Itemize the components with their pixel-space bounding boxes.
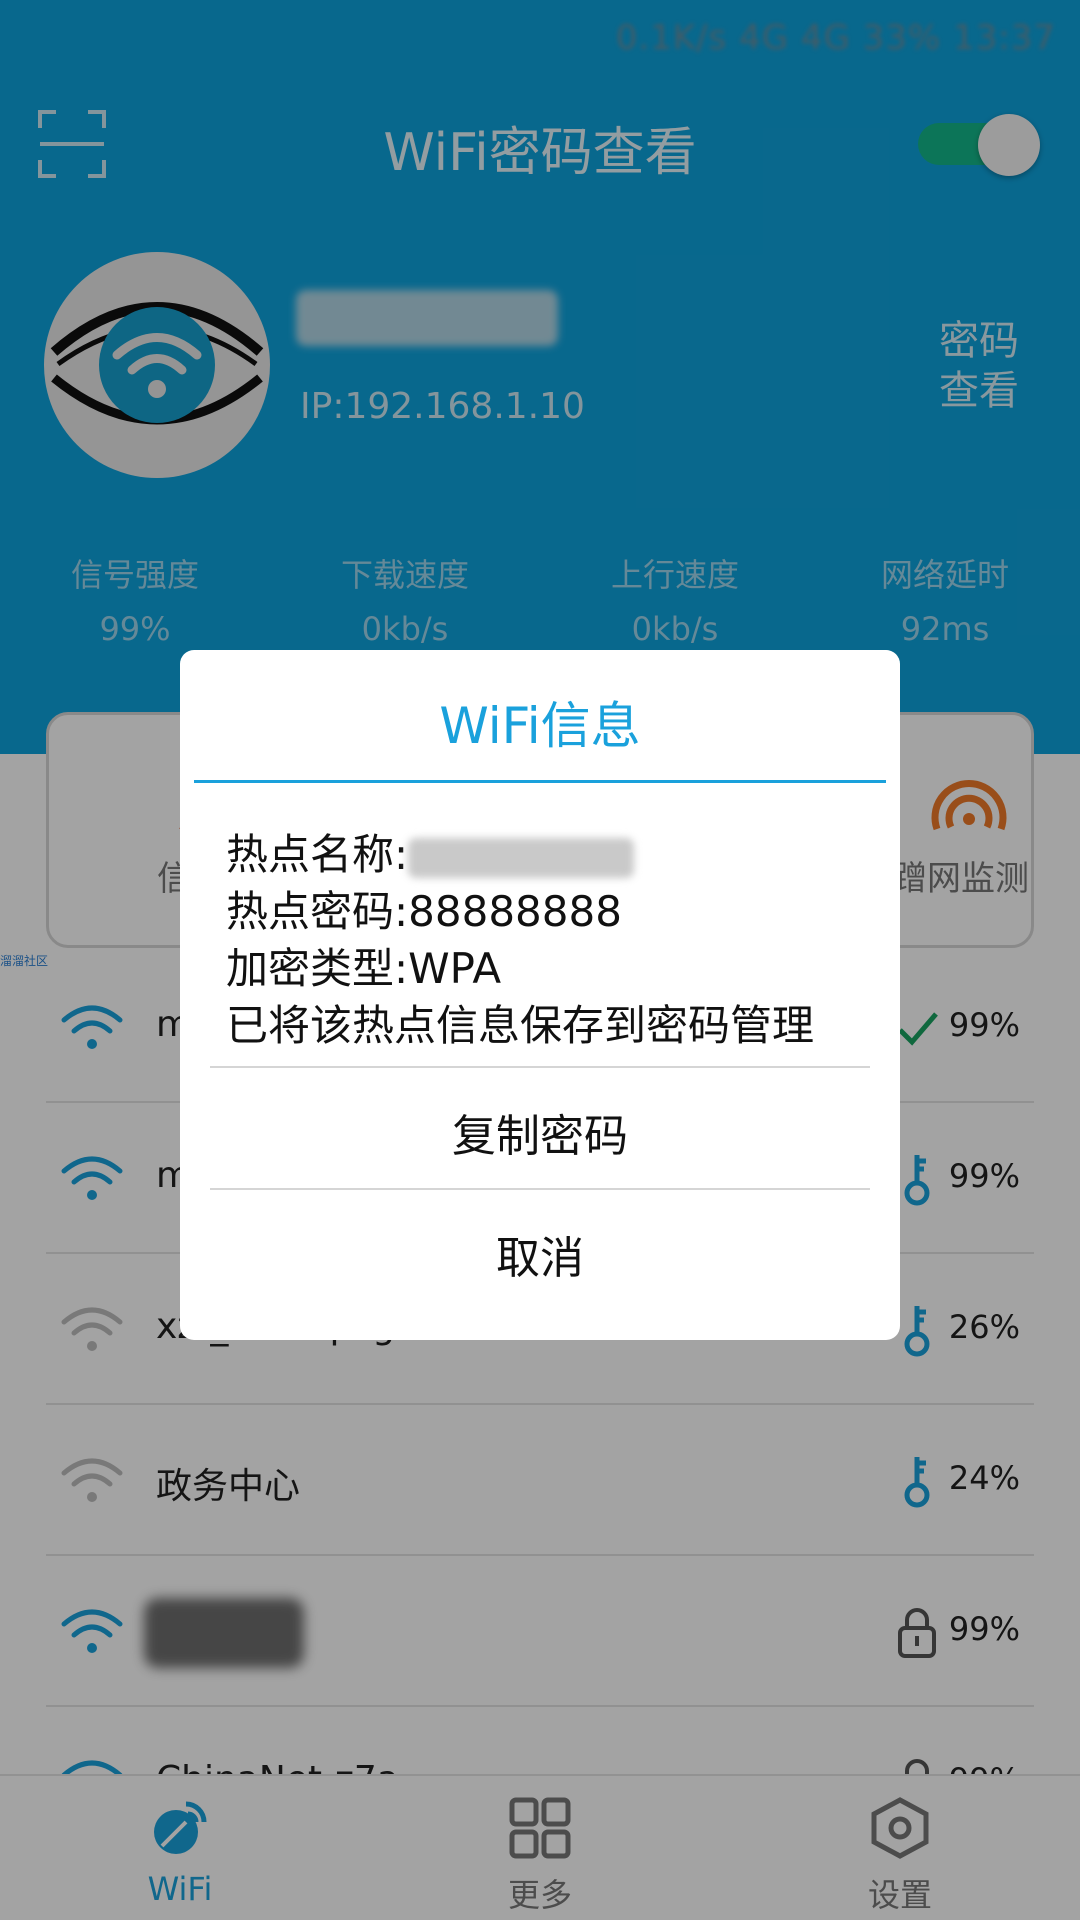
dialog-divider <box>210 1188 870 1190</box>
cancel-button[interactable]: 取消 <box>180 1222 900 1286</box>
hotspot-name-redacted <box>408 837 635 878</box>
hotspot-name-line: 热点名称: <box>226 826 814 883</box>
hotspot-name-label: 热点名称: <box>226 830 409 879</box>
dialog-divider <box>210 1066 870 1068</box>
dialog-title-divider <box>194 780 886 783</box>
hotspot-password-line: 热点密码:88888888 <box>226 887 622 936</box>
encryption-type-line: 加密类型:WPA <box>226 944 502 993</box>
dialog-title: WiFi信息 <box>439 697 641 755</box>
dialog-body: 热点名称: 热点密码:88888888 加密类型:WPA 已将该热点信息保存到密… <box>226 826 814 1054</box>
wifi-info-dialog: WiFi信息 热点名称: 热点密码:88888888 加密类型:WPA 已将该热… <box>180 650 900 1340</box>
saved-notice-line: 已将该热点信息保存到密码管理 <box>226 1001 815 1050</box>
copy-password-button[interactable]: 复制密码 <box>180 1100 900 1164</box>
